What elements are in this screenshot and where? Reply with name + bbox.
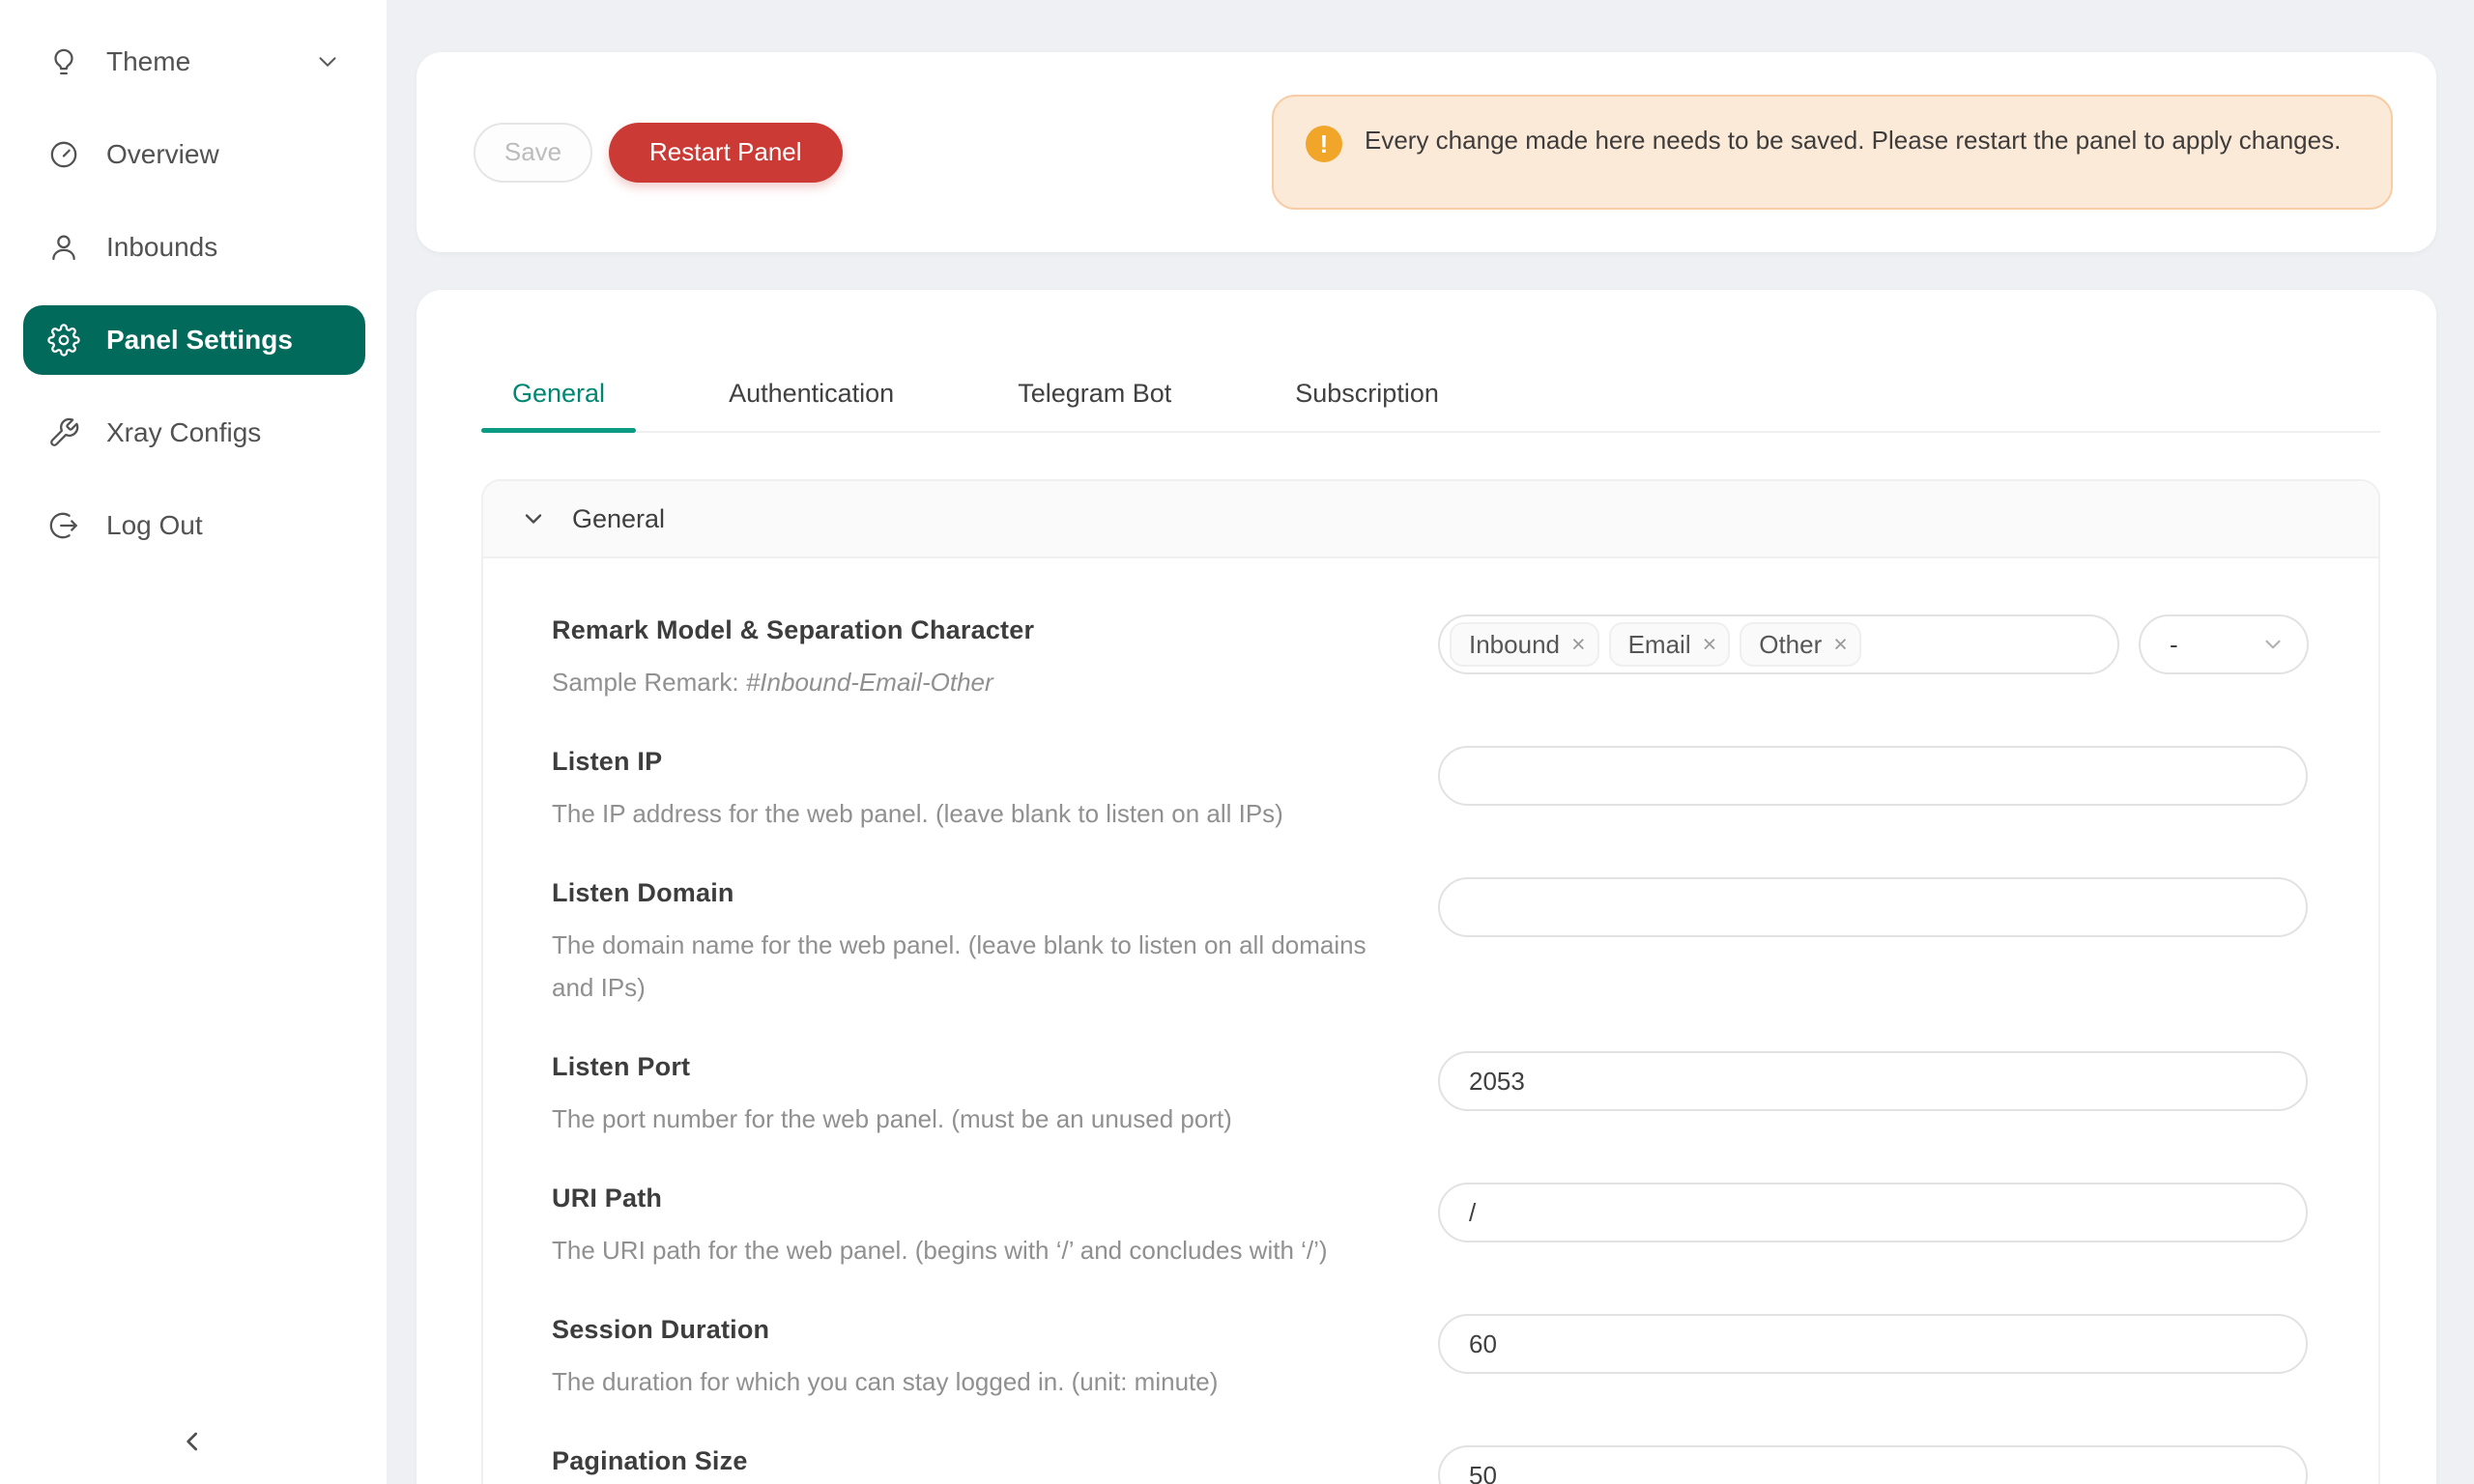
field-description: The URI path for the web panel. (begins … <box>552 1229 1419 1271</box>
tab-telegram-bot[interactable]: Telegram Bot <box>987 379 1202 431</box>
form-row-listen-domain: Listen Domain The domain name for the we… <box>552 877 2309 1009</box>
listen-port-input[interactable] <box>1438 1051 2308 1111</box>
sidebar-item-overview[interactable]: Overview <box>23 120 365 189</box>
sidebar-item-panel-settings[interactable]: Panel Settings <box>23 305 365 375</box>
tab-general[interactable]: General <box>481 379 636 431</box>
remove-tag-icon[interactable]: × <box>1703 633 1717 657</box>
remark-model-tag-select[interactable]: Inbound × Email × Other × <box>1438 614 2119 674</box>
sidebar-item-label: Theme <box>106 46 190 77</box>
field-description: Sample Remark: #Inbound-Email-Other <box>552 661 1419 703</box>
form-row-pagination-size: Pagination Size <box>552 1445 2309 1484</box>
sidebar-item-label: Inbounds <box>106 232 217 263</box>
pagination-size-input[interactable] <box>1438 1445 2308 1484</box>
field-label: Listen Port <box>552 1051 1419 1082</box>
field-description: The domain name for the web panel. (leav… <box>552 924 1402 1009</box>
toolbar-card: Save Restart Panel ! Every change made h… <box>417 52 2436 252</box>
sidebar-item-label: Overview <box>106 139 219 170</box>
uri-path-input[interactable] <box>1438 1183 2308 1242</box>
chevron-left-icon <box>178 1426 209 1457</box>
warning-icon: ! <box>1306 126 1342 162</box>
sidebar: Theme Overview Inbounds Panel Settings <box>0 0 387 1484</box>
sidebar-nav: Theme Overview Inbounds Panel Settings <box>0 0 387 560</box>
listen-domain-input[interactable] <box>1438 877 2308 937</box>
chevron-down-icon <box>520 505 547 532</box>
form-row-uri-path: URI Path The URI path for the web panel.… <box>552 1183 2309 1271</box>
form-row-listen-ip: Listen IP The IP address for the web pan… <box>552 746 2309 835</box>
field-label: URI Path <box>552 1183 1419 1213</box>
settings-card: General Authentication Telegram Bot Subs… <box>417 290 2436 1484</box>
field-label: Remark Model & Separation Character <box>552 614 1419 645</box>
general-panel-header[interactable]: General <box>483 481 2378 558</box>
tab-subscription[interactable]: Subscription <box>1264 379 1470 431</box>
tag-email: Email × <box>1609 622 1731 667</box>
sidebar-item-log-out[interactable]: Log Out <box>23 491 365 560</box>
session-duration-input[interactable] <box>1438 1314 2308 1374</box>
separator-value: - <box>2170 630 2178 660</box>
field-description: The port number for the web panel. (must… <box>552 1098 1419 1140</box>
field-description: The IP address for the web panel. (leave… <box>552 792 1419 835</box>
tag-inbound: Inbound × <box>1450 622 1599 667</box>
sidebar-item-label: Panel Settings <box>106 325 293 356</box>
dashboard-gauge-icon <box>46 137 81 172</box>
general-panel-body: Remark Model & Separation Character Samp… <box>483 558 2378 1484</box>
restart-warning-alert: ! Every change made here needs to be sav… <box>1272 95 2393 210</box>
sidebar-item-xray-configs[interactable]: Xray Configs <box>23 398 365 468</box>
user-icon <box>46 230 81 265</box>
panel-title: General <box>572 504 665 534</box>
tag-other: Other × <box>1740 622 1861 667</box>
listen-ip-input[interactable] <box>1438 746 2308 806</box>
restart-panel-button[interactable]: Restart Panel <box>609 123 843 183</box>
form-row-remark-model: Remark Model & Separation Character Samp… <box>552 614 2309 703</box>
field-label: Session Duration <box>552 1314 1419 1345</box>
sidebar-item-inbounds[interactable]: Inbounds <box>23 213 365 282</box>
remove-tag-icon[interactable]: × <box>1571 633 1586 657</box>
separator-character-select[interactable]: - <box>2139 614 2309 674</box>
alert-message: Every change made here needs to be saved… <box>1365 120 2341 161</box>
sidebar-collapse-button[interactable] <box>172 1420 215 1463</box>
wrench-icon <box>46 415 81 450</box>
remove-tag-icon[interactable]: × <box>1833 633 1848 657</box>
sidebar-item-label: Log Out <box>106 510 203 541</box>
field-label: Listen Domain <box>552 877 1419 908</box>
save-button[interactable]: Save <box>474 123 592 183</box>
main-content: Save Restart Panel ! Every change made h… <box>387 0 2474 1484</box>
chevron-down-icon <box>313 47 342 76</box>
gear-icon <box>46 323 81 357</box>
tab-authentication[interactable]: Authentication <box>698 379 925 431</box>
chevron-down-icon <box>2260 632 2286 657</box>
general-collapse-panel: General Remark Model & Separation Charac… <box>481 479 2380 1484</box>
field-label: Listen IP <box>552 746 1419 777</box>
settings-tabs: General Authentication Telegram Bot Subs… <box>481 290 2380 433</box>
field-description: The duration for which you can stay logg… <box>552 1360 1419 1403</box>
sidebar-item-label: Xray Configs <box>106 417 261 448</box>
sidebar-item-theme[interactable]: Theme <box>23 27 365 97</box>
sample-remark: #Inbound-Email-Other <box>746 668 993 697</box>
lightbulb-icon <box>46 44 81 79</box>
form-row-listen-port: Listen Port The port number for the web … <box>552 1051 2309 1140</box>
logout-icon <box>46 508 81 543</box>
form-row-session-duration: Session Duration The duration for which … <box>552 1314 2309 1403</box>
field-label: Pagination Size <box>552 1445 1419 1476</box>
